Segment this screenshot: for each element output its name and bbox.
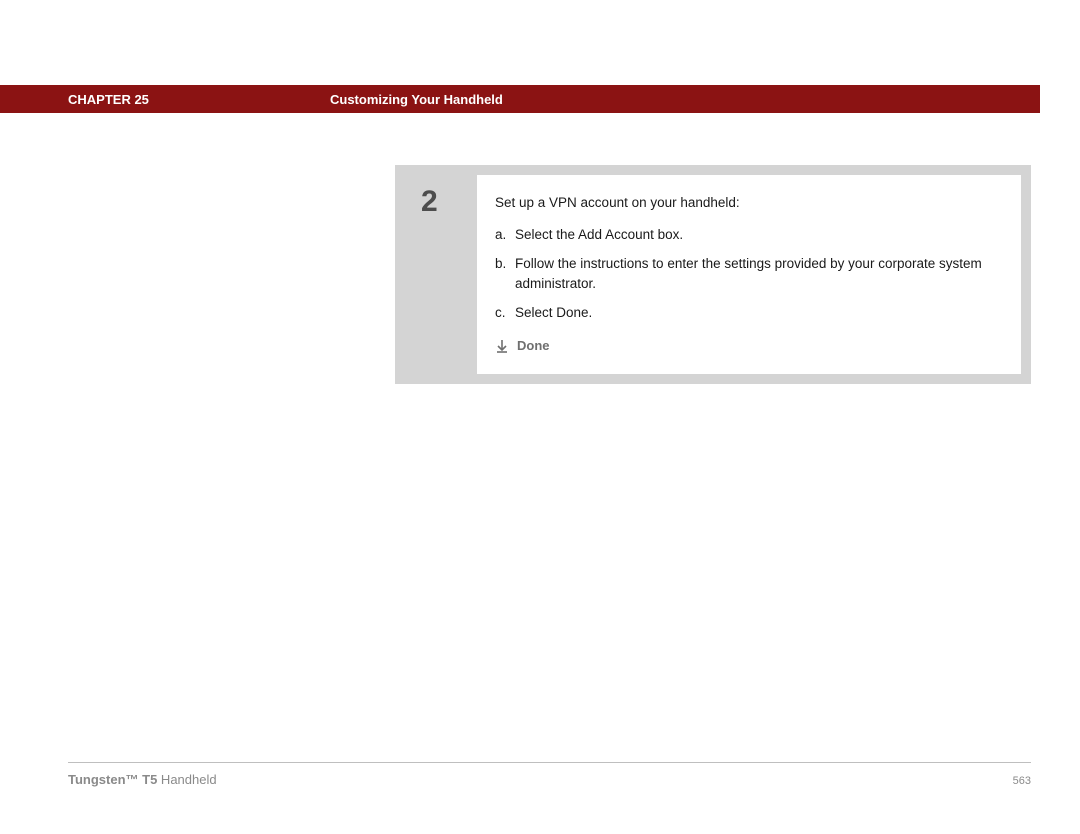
- list-item: b. Follow the instructions to enter the …: [495, 254, 999, 293]
- list-text: Select the Add Account box.: [515, 225, 999, 245]
- page-number: 563: [1013, 775, 1031, 787]
- list-marker: a.: [495, 225, 515, 245]
- footer-rule: [68, 762, 1031, 763]
- done-label: Done: [517, 337, 550, 356]
- list-item: a. Select the Add Account box.: [495, 225, 999, 245]
- step-body: Set up a VPN account on your handheld: a…: [477, 175, 1021, 374]
- product-name-rest: Handheld: [157, 772, 216, 787]
- document-page: CHAPTER 25 Customizing Your Handheld 2 S…: [0, 0, 1080, 834]
- step-number: 2: [421, 185, 477, 219]
- list-item: c. Select Done.: [495, 303, 999, 323]
- chapter-title: Customizing Your Handheld: [330, 92, 503, 107]
- page-footer: Tungsten™ T5 Handheld 563: [68, 772, 1031, 787]
- chapter-header-bar: CHAPTER 25 Customizing Your Handheld: [0, 85, 1040, 113]
- list-marker: c.: [495, 303, 515, 323]
- list-text: Select Done.: [515, 303, 999, 323]
- step-box: 2 Set up a VPN account on your handheld:…: [395, 165, 1031, 384]
- arrow-down-icon: [495, 339, 509, 353]
- step-number-cell: 2: [405, 175, 477, 374]
- step-intro-text: Set up a VPN account on your handheld:: [495, 193, 999, 213]
- step-sub-list: a. Select the Add Account box. b. Follow…: [495, 225, 999, 323]
- product-name: Tungsten™ T5 Handheld: [68, 772, 217, 787]
- product-name-bold: Tungsten™ T5: [68, 772, 157, 787]
- done-row: Done: [495, 337, 999, 356]
- chapter-label: CHAPTER 25: [68, 92, 149, 107]
- list-marker: b.: [495, 254, 515, 293]
- list-text: Follow the instructions to enter the set…: [515, 254, 999, 293]
